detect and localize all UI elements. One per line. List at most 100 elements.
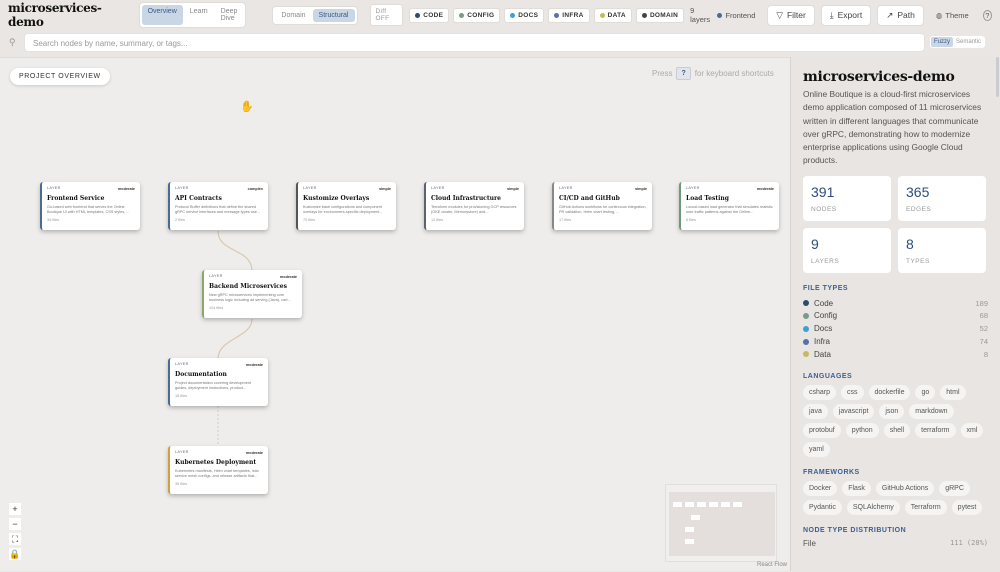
language-tag[interactable]: html [940, 384, 966, 400]
stat-value: 8 [906, 235, 914, 252]
language-tag[interactable]: javascript [832, 403, 875, 419]
layer-node[interactable]: LAYER moderate Kubernetes Deployment Kubern… [168, 446, 268, 494]
file-type-row[interactable]: Docs 52 [803, 322, 988, 335]
help-button[interactable]: ? [982, 9, 992, 21]
node-complexity: complex [247, 187, 263, 191]
layer-node[interactable]: LAYER simple Kustomize Overlays Kustomize b… [296, 182, 396, 230]
project-overview-button[interactable]: PROJECT OVERVIEW [10, 68, 110, 85]
diff-toggle[interactable]: Diff OFF [369, 4, 404, 26]
tab-structural[interactable]: Structural [312, 8, 355, 22]
node-title: Kustomize Overlays [303, 195, 370, 202]
node-layer-label: LAYER [431, 186, 445, 190]
zoom-out-button[interactable]: − [9, 518, 21, 530]
node-complexity: simple [634, 187, 647, 191]
tab-overview[interactable]: Overview [141, 5, 183, 25]
layer-node[interactable]: LAYER moderate Backend Microservices New gR… [202, 270, 302, 318]
filter-button[interactable]: ▽ Filter [767, 4, 815, 26]
minimap-node [685, 527, 694, 532]
file-type-row[interactable]: Config 68 [803, 310, 988, 323]
layer-node[interactable]: LAYER complex API Contracts Protocol Buffer… [168, 182, 268, 230]
framework-tag[interactable]: gRPC [939, 480, 970, 496]
language-tag[interactable]: json [879, 403, 905, 419]
filter-chip-code[interactable]: CODE [409, 7, 450, 23]
mode-semantic[interactable]: Semantic [953, 37, 984, 47]
sidebar-scrollbar[interactable] [996, 57, 999, 97]
language-tag[interactable]: java [803, 403, 828, 419]
filter-label: DOMAIN [649, 11, 679, 19]
fit-view-button[interactable]: ⛶ [9, 533, 21, 545]
tab-deep-dive[interactable]: Deep Dive [215, 5, 244, 25]
theme-button[interactable]: ◍ Theme [936, 11, 969, 20]
minimap-node [685, 502, 694, 507]
framework-tag[interactable]: Pydantic [803, 499, 842, 515]
file-types-heading: FILE TYPES [803, 284, 849, 292]
search-input[interactable]: Search nodes by name, summary, or tags..… [24, 33, 925, 52]
file-type-label: Infra [814, 337, 831, 347]
node-title: API Contracts [175, 195, 222, 202]
language-tag[interactable]: terraform [915, 422, 956, 438]
framework-tag[interactable]: pytest [951, 499, 983, 515]
palette-icon: ◍ [935, 10, 943, 20]
language-tag[interactable]: markdown [909, 403, 954, 419]
tab-learn[interactable]: Learn [184, 5, 214, 25]
language-tag[interactable]: go [915, 384, 936, 400]
node-description: New gRPC microservices implementing core… [209, 293, 291, 302]
path-button[interactable]: ↗ Path [877, 4, 924, 26]
graph-canvas[interactable]: PROJECT OVERVIEW Press ? for keyboard sh… [0, 57, 790, 571]
node-complexity: moderate [117, 187, 135, 191]
export-button[interactable]: ⤓ Export [820, 4, 872, 26]
filter-chip-domain[interactable]: DOMAIN [635, 7, 685, 23]
react-flow-attribution[interactable]: React Flow [757, 562, 787, 568]
node-title: Backend Microservices [209, 283, 287, 290]
frontend-chip[interactable]: Frontend [717, 11, 755, 20]
distribution-label: File [803, 538, 816, 548]
file-type-count: 68 [979, 311, 988, 321]
filter-label: CONFIG [467, 11, 495, 19]
file-type-row[interactable]: Data 8 [803, 348, 988, 361]
framework-tag[interactable]: GitHub Actions [875, 480, 935, 496]
tab-domain[interactable]: Domain [275, 9, 311, 22]
zoom-in-button[interactable]: + [9, 503, 21, 515]
filter-chip-config[interactable]: CONFIG [453, 7, 501, 23]
file-type-label: Code [814, 298, 834, 308]
file-type-count: 74 [979, 337, 988, 347]
framework-tag[interactable]: SQLAlchemy [846, 499, 900, 515]
layer-node[interactable]: LAYER moderate Frontend Service Go-based we… [40, 182, 140, 230]
node-title: Documentation [175, 371, 227, 378]
filter-label: DOCS [518, 11, 539, 19]
language-tag[interactable]: protobuf [803, 422, 841, 438]
layer-node[interactable]: LAYER moderate Documentation Project docume… [168, 358, 268, 406]
filter-chip-infra[interactable]: INFRA [548, 7, 590, 23]
framework-tag[interactable]: Docker [803, 480, 838, 496]
stat-card-edges: 365 EDGES [898, 175, 986, 221]
lock-button[interactable]: 🔒 [9, 548, 21, 560]
language-tag[interactable]: python [845, 422, 879, 438]
file-type-row[interactable]: Infra 74 [803, 335, 988, 348]
layer-node[interactable]: LAYER simple CI/CD and GitHub GitHub Action… [552, 182, 652, 230]
language-tag[interactable]: xml [960, 422, 984, 438]
language-tag[interactable]: yaml [803, 441, 830, 457]
file-type-dot-icon [803, 312, 809, 319]
language-tag[interactable]: csharp [803, 384, 837, 400]
minimap-node [697, 502, 706, 507]
framework-tag[interactable]: Terraform [904, 499, 947, 515]
filter-chip-data[interactable]: DATA [593, 7, 632, 23]
file-type-row[interactable]: Code 189 [803, 297, 988, 310]
file-type-label: Docs [814, 324, 833, 334]
filter-chip-docs[interactable]: DOCS [504, 7, 545, 23]
layer-node[interactable]: LAYER moderate Load Testing Locust-based lo… [679, 182, 779, 230]
framework-tag[interactable]: Flask [842, 480, 871, 496]
file-type-dot-icon [803, 338, 809, 345]
filter-label: CODE [423, 11, 444, 19]
layer-node[interactable]: LAYER simple Cloud Infrastructure Terraform… [424, 182, 524, 230]
language-tag[interactable]: css [841, 384, 864, 400]
file-type-dot-icon [803, 300, 809, 307]
language-tag[interactable]: dockerfile [868, 384, 911, 400]
stat-value: 9 [811, 235, 819, 252]
language-tag[interactable]: shell [883, 422, 911, 438]
mode-fuzzy[interactable]: Fuzzy [931, 37, 954, 47]
stat-card-types: 8 TYPES [898, 227, 986, 273]
stat-value: 365 [906, 183, 930, 200]
minimap[interactable] [665, 484, 777, 562]
path-label: Path [897, 10, 915, 20]
